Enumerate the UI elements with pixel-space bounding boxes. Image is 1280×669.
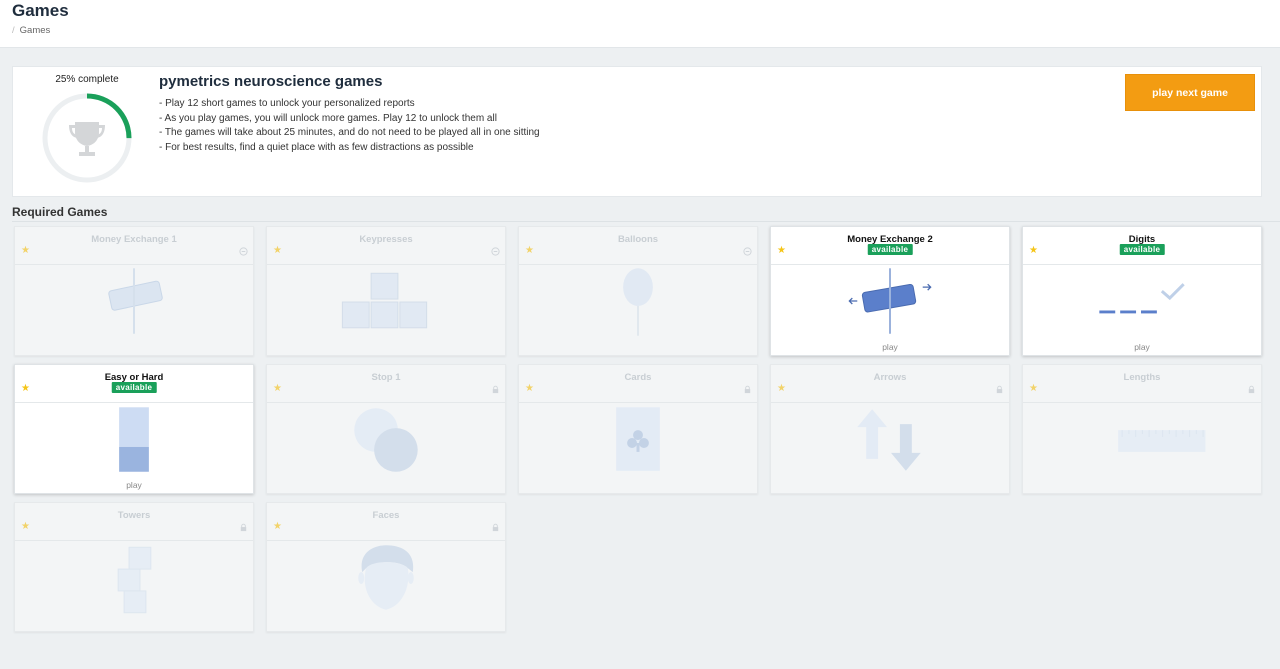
game-card[interactable]: Money Exchange 2 available ★ play (770, 226, 1010, 356)
section-divider (12, 221, 1280, 222)
game-card: Stop 1 ★ (266, 364, 506, 494)
star-icon: ★ (1029, 245, 1038, 256)
completed-icon (239, 247, 248, 256)
play-link[interactable]: play (771, 342, 1009, 352)
star-icon: ★ (525, 383, 534, 394)
instruction-item: - For best results, find a quiet place w… (159, 141, 474, 153)
game-title: Faces (372, 510, 400, 521)
breadcrumb-separator: / (12, 25, 15, 36)
game-card: Faces ★ (266, 502, 506, 632)
game-title: Lengths (1123, 372, 1161, 383)
completed-icon (491, 247, 500, 256)
card-header: Towers ★ (15, 503, 253, 541)
card-header: Balloons ★ (519, 227, 757, 265)
star-icon: ★ (21, 245, 30, 256)
instruction-item: - The games will take about 25 minutes, … (159, 127, 540, 139)
money-exchange-icon (848, 268, 932, 334)
breadcrumb-games-link[interactable]: Games (20, 25, 51, 36)
progress-ring (42, 93, 132, 183)
status-badge: available (111, 382, 157, 393)
star-icon: ★ (525, 245, 534, 256)
card-header: Arrows ★ (771, 365, 1009, 403)
star-icon: ★ (21, 383, 30, 394)
lock-icon (1248, 385, 1255, 394)
game-title: Cards (624, 372, 652, 383)
play-link[interactable]: play (15, 480, 253, 490)
star-icon: ★ (273, 245, 282, 256)
status-badge: available (1119, 244, 1165, 255)
card-header: Lengths ★ (1023, 365, 1261, 403)
game-title: Keypresses (359, 234, 413, 245)
circles-icon (354, 408, 418, 472)
instruction-item: - As you play games, you will unlock mor… (159, 112, 497, 124)
game-card[interactable]: Easy or Hard available ★ play (14, 364, 254, 494)
card-header: Digits available ★ (1023, 227, 1261, 265)
easy-or-hard-icon (119, 407, 149, 472)
keypresses-icon (341, 272, 428, 329)
card-header: Easy or Hard available ★ (15, 365, 253, 403)
lock-icon (996, 385, 1003, 394)
lock-icon (240, 523, 247, 532)
card-header: Keypresses ★ (267, 227, 505, 265)
balloon-icon (623, 268, 653, 336)
ruler-icon (1118, 430, 1206, 452)
towers-icon (117, 546, 152, 614)
play-link[interactable]: play (1023, 342, 1261, 352)
trophy-icon (69, 122, 105, 156)
game-title: Towers (117, 510, 151, 521)
game-title: Money Exchange 1 (91, 234, 177, 245)
game-card: Towers ★ (14, 502, 254, 632)
money-exchange-icon (108, 268, 163, 334)
game-card: Arrows ★ (770, 364, 1010, 494)
section-title: Required Games (12, 205, 108, 219)
digits-icon (1099, 283, 1185, 314)
star-icon: ★ (273, 383, 282, 394)
top-bar: Games / Games (0, 0, 1280, 48)
play-next-game-button[interactable]: play next game (1125, 74, 1255, 111)
arrows-icon (857, 409, 921, 471)
star-icon: ★ (777, 245, 786, 256)
game-title: Balloons (617, 234, 659, 245)
card-header: Cards ★ (519, 365, 757, 403)
card-header: Money Exchange 2 available ★ (771, 227, 1009, 265)
game-card: Balloons ★ (518, 226, 758, 356)
lock-icon (492, 523, 499, 532)
game-card: Money Exchange 1 ★ (14, 226, 254, 356)
star-icon: ★ (273, 521, 282, 532)
status-badge: available (867, 244, 913, 255)
game-title: Arrows (873, 372, 907, 383)
star-icon: ★ (1029, 383, 1038, 394)
card-header: Money Exchange 1 ★ (15, 227, 253, 265)
completed-icon (743, 247, 752, 256)
game-card: Lengths ★ (1022, 364, 1262, 494)
game-card: Keypresses ★ (266, 226, 506, 356)
lock-icon (744, 385, 751, 394)
summary-title: pymetrics neuroscience games (159, 73, 383, 90)
breadcrumb: / Games (12, 25, 50, 36)
instructions-list: - Play 12 short games to unlock your per… (159, 97, 540, 155)
star-icon: ★ (21, 521, 30, 532)
face-icon (358, 545, 414, 610)
star-icon: ★ (777, 383, 786, 394)
card-header: Stop 1 ★ (267, 365, 505, 403)
progress-summary-panel: 25% complete pymetrics neuroscience game… (12, 66, 1262, 197)
card-header: Faces ★ (267, 503, 505, 541)
game-title: Stop 1 (371, 372, 401, 383)
game-card[interactable]: Digits available ★ play (1022, 226, 1262, 356)
instruction-item: - Play 12 short games to unlock your per… (159, 98, 415, 109)
progress-percent-label: 25% complete (55, 74, 119, 85)
game-card: Cards ★ (518, 364, 758, 494)
card-club-icon (616, 407, 660, 471)
lock-icon (492, 385, 499, 394)
page-title: Games (12, 1, 69, 20)
